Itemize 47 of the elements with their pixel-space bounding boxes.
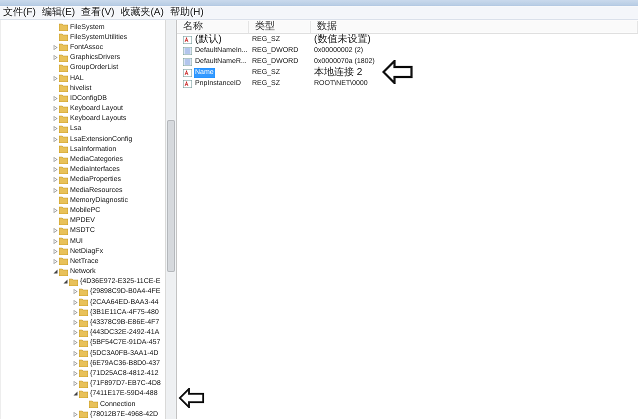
value-name[interactable]: (默认) — [194, 34, 223, 44]
menu-item[interactable]: 编辑(E) — [38, 6, 78, 18]
expand-icon[interactable] — [52, 55, 58, 60]
expand-icon[interactable] — [52, 136, 58, 142]
expand-icon[interactable] — [52, 228, 58, 234]
value-data: 本地连接 2 — [313, 68, 364, 78]
menu-item[interactable]: 收藏夹(A) — [117, 6, 167, 18]
expand-icon[interactable] — [52, 126, 58, 132]
expand-icon[interactable] — [72, 300, 78, 305]
expand-icon[interactable] — [52, 177, 58, 182]
expand-icon[interactable] — [52, 188, 58, 193]
value-data: (数值未设置) — [313, 34, 372, 44]
left-arrow-icon — [382, 60, 413, 84]
string-value-icon — [183, 68, 192, 76]
expand-icon[interactable] — [72, 360, 78, 366]
menu-item[interactable]: 查看(V) — [78, 6, 118, 18]
expand-icon[interactable] — [52, 248, 58, 254]
expand-icon[interactable] — [72, 330, 78, 336]
expand-icon[interactable] — [52, 96, 58, 101]
string-value-icon — [183, 80, 192, 88]
string-value-icon — [183, 36, 192, 44]
expand-icon[interactable] — [72, 310, 78, 315]
binary-value-icon — [183, 46, 192, 54]
expand-icon[interactable] — [52, 208, 58, 213]
expand-icon[interactable] — [52, 258, 58, 264]
expand-icon[interactable] — [52, 238, 58, 244]
expand-icon[interactable] — [52, 167, 58, 172]
expand-icon[interactable] — [72, 289, 78, 294]
menu-item[interactable]: 文件(F) — [0, 6, 39, 18]
vertical-scrollbar[interactable] — [165, 20, 176, 419]
column-heading[interactable]: 名称 — [177, 20, 249, 32]
expand-icon[interactable] — [72, 350, 78, 356]
expand-icon[interactable] — [72, 320, 78, 326]
expand-icon[interactable] — [52, 106, 58, 112]
expand-icon[interactable] — [52, 44, 58, 50]
expand-icon[interactable] — [52, 76, 58, 81]
left-arrow-icon — [178, 388, 205, 408]
expand-icon[interactable] — [52, 116, 58, 122]
expand-icon[interactable] — [72, 381, 78, 386]
binary-value-icon — [183, 58, 192, 66]
expand-icon[interactable] — [72, 370, 78, 376]
expand-icon[interactable] — [72, 412, 78, 417]
menu-item[interactable]: 帮助(H) — [166, 6, 207, 18]
column-heading[interactable]: 类型 — [249, 20, 311, 32]
column-heading[interactable]: 数据 — [311, 20, 638, 32]
expand-icon[interactable] — [72, 340, 78, 346]
expand-icon[interactable] — [52, 157, 58, 162]
